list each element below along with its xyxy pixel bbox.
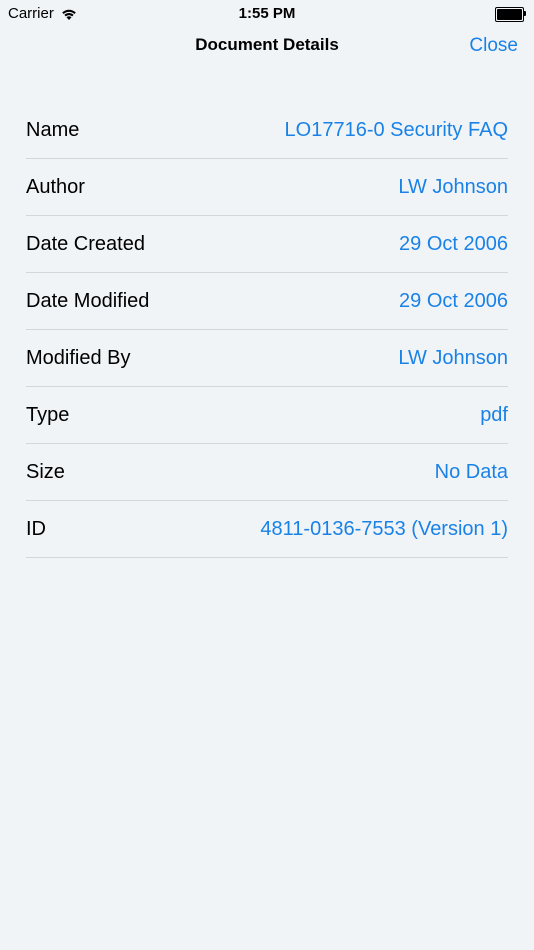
detail-label: Modified By: [26, 346, 131, 369]
details-list: Name LO17716-0 Security FAQ Author LW Jo…: [26, 102, 508, 558]
detail-label: Date Created: [26, 232, 145, 255]
detail-value: LW Johnson: [398, 175, 508, 198]
battery-icon: [495, 7, 526, 22]
detail-row-modified-by: Modified By LW Johnson: [26, 330, 508, 387]
detail-row-id: ID 4811-0136-7553 (Version 1): [26, 501, 508, 558]
detail-row-author: Author LW Johnson: [26, 159, 508, 216]
page-title: Document Details: [195, 35, 339, 54]
detail-label: ID: [26, 517, 46, 540]
detail-label: Author: [26, 175, 85, 198]
detail-label: Date Modified: [26, 289, 150, 312]
detail-value: LO17716-0 Security FAQ: [284, 118, 508, 141]
detail-row-type: Type pdf: [26, 387, 508, 444]
detail-value: pdf: [480, 403, 508, 426]
detail-label: Type: [26, 403, 70, 426]
detail-label: Size: [26, 460, 65, 483]
detail-value: 29 Oct 2006: [399, 232, 508, 255]
detail-value: 4811-0136-7553 (Version 1): [260, 517, 508, 540]
detail-label: Name: [26, 118, 80, 141]
close-button[interactable]: Close: [469, 35, 518, 57]
detail-row-date-created: Date Created 29 Oct 2006: [26, 216, 508, 273]
detail-row-size: Size No Data: [26, 444, 508, 501]
detail-value: LW Johnson: [398, 346, 508, 369]
navigation-bar: Document Details Close: [0, 28, 534, 64]
detail-value: 29 Oct 2006: [399, 289, 508, 312]
status-bar: Carrier 1:55 PM: [0, 0, 534, 28]
detail-value: No Data: [434, 460, 508, 483]
status-time: 1:55 PM: [238, 5, 296, 22]
detail-row-name: Name LO17716-0 Security FAQ: [26, 102, 508, 159]
detail-row-date-modified: Date Modified 29 Oct 2006: [26, 273, 508, 330]
